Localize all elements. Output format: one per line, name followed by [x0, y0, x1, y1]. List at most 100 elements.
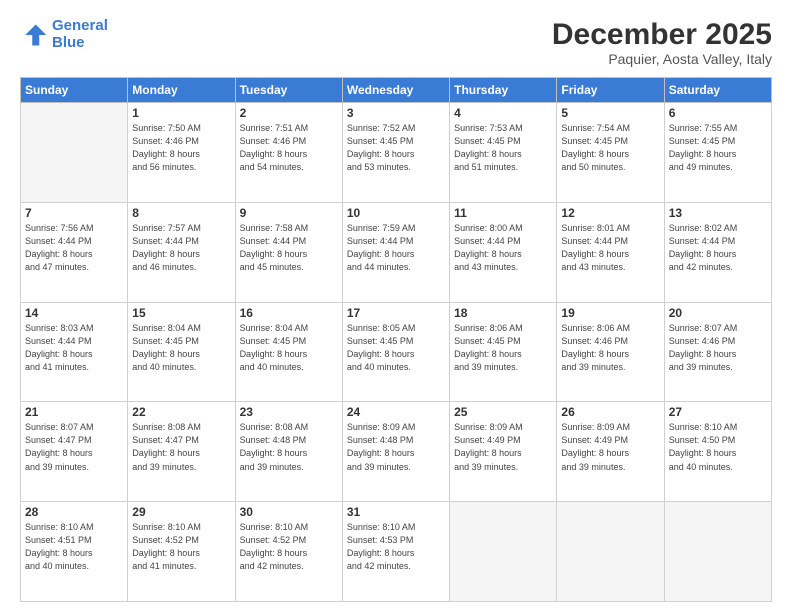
day-number: 16 [240, 306, 338, 320]
calendar-cell: 11 Sunrise: 8:00 AM Sunset: 4:44 PM Dayli… [450, 202, 557, 302]
logo-text: General Blue [52, 18, 108, 51]
calendar-header-thursday: Thursday [450, 78, 557, 103]
day-info: Sunrise: 7:52 AM Sunset: 4:45 PM Dayligh… [347, 122, 445, 174]
calendar-cell: 2 Sunrise: 7:51 AM Sunset: 4:46 PM Daylig… [235, 103, 342, 203]
day-number: 26 [561, 405, 659, 419]
day-info: Sunrise: 8:04 AM Sunset: 4:45 PM Dayligh… [132, 322, 230, 374]
calendar-cell: 14 Sunrise: 8:03 AM Sunset: 4:44 PM Dayli… [21, 302, 128, 402]
calendar-header-friday: Friday [557, 78, 664, 103]
day-number: 20 [669, 306, 767, 320]
calendar-cell: 28 Sunrise: 8:10 AM Sunset: 4:51 PM Dayli… [21, 502, 128, 602]
calendar-week-0: 1Sunrise: 7:50 AM Sunset: 4:46 PM Daylig… [21, 103, 772, 203]
day-info: Sunrise: 8:09 AM Sunset: 4:48 PM Dayligh… [347, 421, 445, 473]
day-info: Sunrise: 8:00 AM Sunset: 4:44 PM Dayligh… [454, 222, 552, 274]
header: General Blue December 2025 Paquier, Aost… [20, 18, 772, 67]
day-info: Sunrise: 8:01 AM Sunset: 4:44 PM Dayligh… [561, 222, 659, 274]
calendar-cell: 1Sunrise: 7:50 AM Sunset: 4:46 PM Daylig… [128, 103, 235, 203]
calendar-cell: 4Sunrise: 7:53 AM Sunset: 4:45 PM Daylig… [450, 103, 557, 203]
title-block: December 2025 Paquier, Aosta Valley, Ita… [552, 18, 772, 67]
day-info: Sunrise: 7:56 AM Sunset: 4:44 PM Dayligh… [25, 222, 123, 274]
calendar-cell: 7Sunrise: 7:56 AM Sunset: 4:44 PM Daylig… [21, 202, 128, 302]
calendar-header-row: SundayMondayTuesdayWednesdayThursdayFrid… [21, 78, 772, 103]
day-info: Sunrise: 7:51 AM Sunset: 4:46 PM Dayligh… [240, 122, 338, 174]
day-number: 27 [669, 405, 767, 419]
day-info: Sunrise: 8:09 AM Sunset: 4:49 PM Dayligh… [454, 421, 552, 473]
logo-general: General [52, 17, 108, 34]
calendar-cell: 22 Sunrise: 8:08 AM Sunset: 4:47 PM Dayli… [128, 402, 235, 502]
day-info: Sunrise: 8:08 AM Sunset: 4:47 PM Dayligh… [132, 421, 230, 473]
calendar-week-4: 28 Sunrise: 8:10 AM Sunset: 4:51 PM Dayli… [21, 502, 772, 602]
calendar-cell: 6 Sunrise: 7:55 AM Sunset: 4:45 PM Daylig… [664, 103, 771, 203]
calendar-cell: 13 Sunrise: 8:02 AM Sunset: 4:44 PM Dayli… [664, 202, 771, 302]
day-info: Sunrise: 8:03 AM Sunset: 4:44 PM Dayligh… [25, 322, 123, 374]
calendar-cell: 8Sunrise: 7:57 AM Sunset: 4:44 PM Daylig… [128, 202, 235, 302]
day-number: 23 [240, 405, 338, 419]
day-number: 18 [454, 306, 552, 320]
calendar-cell: 21Sunrise: 8:07 AM Sunset: 4:47 PM Dayli… [21, 402, 128, 502]
calendar-cell: 5 Sunrise: 7:54 AM Sunset: 4:45 PM Daylig… [557, 103, 664, 203]
day-info: Sunrise: 8:10 AM Sunset: 4:52 PM Dayligh… [240, 521, 338, 573]
day-info: Sunrise: 7:59 AM Sunset: 4:44 PM Dayligh… [347, 222, 445, 274]
calendar-header-saturday: Saturday [664, 78, 771, 103]
day-info: Sunrise: 8:02 AM Sunset: 4:44 PM Dayligh… [669, 222, 767, 274]
calendar-cell: 12Sunrise: 8:01 AM Sunset: 4:44 PM Dayli… [557, 202, 664, 302]
calendar-cell: 27 Sunrise: 8:10 AM Sunset: 4:50 PM Dayli… [664, 402, 771, 502]
calendar-week-1: 7Sunrise: 7:56 AM Sunset: 4:44 PM Daylig… [21, 202, 772, 302]
calendar-cell: 18 Sunrise: 8:06 AM Sunset: 4:45 PM Dayli… [450, 302, 557, 402]
day-number: 25 [454, 405, 552, 419]
day-info: Sunrise: 8:08 AM Sunset: 4:48 PM Dayligh… [240, 421, 338, 473]
calendar-cell [21, 103, 128, 203]
calendar-cell: 9Sunrise: 7:58 AM Sunset: 4:44 PM Daylig… [235, 202, 342, 302]
calendar-cell: 16 Sunrise: 8:04 AM Sunset: 4:45 PM Dayli… [235, 302, 342, 402]
day-info: Sunrise: 8:07 AM Sunset: 4:46 PM Dayligh… [669, 322, 767, 374]
day-number: 11 [454, 206, 552, 220]
day-number: 6 [669, 106, 767, 120]
day-number: 14 [25, 306, 123, 320]
day-info: Sunrise: 8:04 AM Sunset: 4:45 PM Dayligh… [240, 322, 338, 374]
day-number: 28 [25, 505, 123, 519]
day-number: 3 [347, 106, 445, 120]
day-info: Sunrise: 8:07 AM Sunset: 4:47 PM Dayligh… [25, 421, 123, 473]
day-number: 17 [347, 306, 445, 320]
day-info: Sunrise: 7:55 AM Sunset: 4:45 PM Dayligh… [669, 122, 767, 174]
day-number: 22 [132, 405, 230, 419]
logo-icon [20, 21, 48, 49]
calendar-cell: 24 Sunrise: 8:09 AM Sunset: 4:48 PM Dayli… [342, 402, 449, 502]
calendar-cell: 29 Sunrise: 8:10 AM Sunset: 4:52 PM Dayli… [128, 502, 235, 602]
day-info: Sunrise: 8:09 AM Sunset: 4:49 PM Dayligh… [561, 421, 659, 473]
logo-blue: Blue [52, 35, 108, 52]
day-number: 13 [669, 206, 767, 220]
calendar-cell: 26 Sunrise: 8:09 AM Sunset: 4:49 PM Dayli… [557, 402, 664, 502]
calendar: SundayMondayTuesdayWednesdayThursdayFrid… [20, 77, 772, 602]
day-info: Sunrise: 8:10 AM Sunset: 4:50 PM Dayligh… [669, 421, 767, 473]
calendar-cell [557, 502, 664, 602]
day-number: 29 [132, 505, 230, 519]
calendar-header-tuesday: Tuesday [235, 78, 342, 103]
calendar-header-monday: Monday [128, 78, 235, 103]
location: Paquier, Aosta Valley, Italy [552, 51, 772, 67]
day-number: 1 [132, 106, 230, 120]
calendar-week-2: 14 Sunrise: 8:03 AM Sunset: 4:44 PM Dayli… [21, 302, 772, 402]
calendar-cell: 20 Sunrise: 8:07 AM Sunset: 4:46 PM Dayli… [664, 302, 771, 402]
day-info: Sunrise: 7:57 AM Sunset: 4:44 PM Dayligh… [132, 222, 230, 274]
day-number: 31 [347, 505, 445, 519]
day-number: 5 [561, 106, 659, 120]
month-title: December 2025 [552, 18, 772, 51]
day-info: Sunrise: 8:10 AM Sunset: 4:52 PM Dayligh… [132, 521, 230, 573]
day-number: 24 [347, 405, 445, 419]
calendar-cell: 15Sunrise: 8:04 AM Sunset: 4:45 PM Dayli… [128, 302, 235, 402]
day-info: Sunrise: 7:58 AM Sunset: 4:44 PM Dayligh… [240, 222, 338, 274]
calendar-header-sunday: Sunday [21, 78, 128, 103]
day-number: 30 [240, 505, 338, 519]
day-number: 19 [561, 306, 659, 320]
calendar-cell: 30 Sunrise: 8:10 AM Sunset: 4:52 PM Dayli… [235, 502, 342, 602]
day-number: 10 [347, 206, 445, 220]
day-number: 2 [240, 106, 338, 120]
calendar-cell [450, 502, 557, 602]
day-info: Sunrise: 8:06 AM Sunset: 4:46 PM Dayligh… [561, 322, 659, 374]
day-info: Sunrise: 8:06 AM Sunset: 4:45 PM Dayligh… [454, 322, 552, 374]
day-info: Sunrise: 7:54 AM Sunset: 4:45 PM Dayligh… [561, 122, 659, 174]
calendar-cell: 23 Sunrise: 8:08 AM Sunset: 4:48 PM Dayli… [235, 402, 342, 502]
day-info: Sunrise: 8:10 AM Sunset: 4:51 PM Dayligh… [25, 521, 123, 573]
calendar-cell: 17Sunrise: 8:05 AM Sunset: 4:45 PM Dayli… [342, 302, 449, 402]
